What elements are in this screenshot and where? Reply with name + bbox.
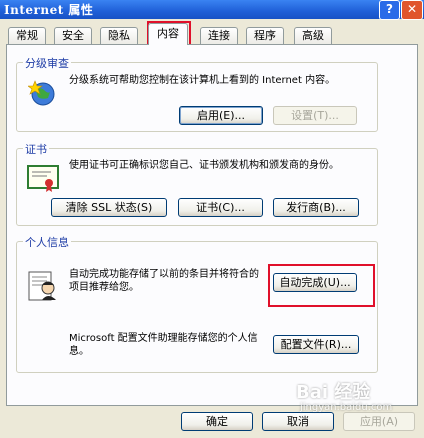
content-advisor-icon [27, 78, 58, 108]
publishers-button[interactable]: 发行商(B)... [273, 198, 359, 217]
certificates-button[interactable]: 证书(C)... [178, 198, 263, 217]
settings-button[interactable]: 设置(T)... [273, 106, 357, 125]
help-icon: ? [386, 2, 393, 16]
personal-info-title: 个人信息 [23, 234, 71, 250]
help-button[interactable]: ? [379, 0, 400, 20]
close-button[interactable]: ✕ [401, 0, 423, 20]
ok-button[interactable]: 确定 [181, 412, 253, 431]
profile-description: Microsoft 配置文件助理能存储您的个人信息。 [69, 333, 258, 357]
tab-privacy[interactable]: 隐私 [100, 27, 138, 44]
clear-ssl-button[interactable]: 清除 SSL 状态(S) [51, 198, 167, 217]
certificates-title: 证书 [23, 141, 49, 157]
tab-content[interactable]: 内容 [148, 23, 188, 45]
content-advisor-title: 分级审查 [23, 55, 71, 71]
tab-connections[interactable]: 连接 [200, 27, 238, 44]
tab-security[interactable]: 安全 [54, 27, 92, 44]
certificate-icon [27, 163, 59, 193]
title-bar: Internet 属性 ? ✕ [0, 0, 424, 20]
certificates-description: 使用证书可正确标识您自己、证书颁发机构和颁发商的身份。 [69, 160, 339, 171]
content-advisor-description: 分级系统可帮助您控制在该计算机上看到的 Internet 内容。 [69, 75, 336, 86]
tab-advanced[interactable]: 高级 [294, 27, 332, 44]
autocomplete-description: 自动完成功能存储了以前的条目并将符合的项目推荐给您。 [69, 269, 259, 293]
profile-button[interactable]: 配置文件(R)... [273, 335, 359, 354]
watermark-brand: Bai 经验 [296, 382, 371, 403]
tab-strip: 常规 安全 隐私 内容 连接 程序 高级 [6, 23, 418, 45]
window-title: Internet 属性 [4, 3, 94, 17]
highlight-autocomplete [268, 264, 375, 307]
close-icon: ✕ [406, 2, 418, 16]
apply-button[interactable]: 应用(A) [343, 412, 415, 431]
tab-programs[interactable]: 程序 [246, 27, 284, 44]
watermark-url: jingyan.baidu.com [300, 402, 393, 413]
enable-button[interactable]: 启用(E)... [179, 106, 263, 125]
autocomplete-icon [28, 270, 58, 302]
tab-general[interactable]: 常规 [8, 27, 46, 44]
cancel-button[interactable]: 取消 [262, 412, 334, 431]
